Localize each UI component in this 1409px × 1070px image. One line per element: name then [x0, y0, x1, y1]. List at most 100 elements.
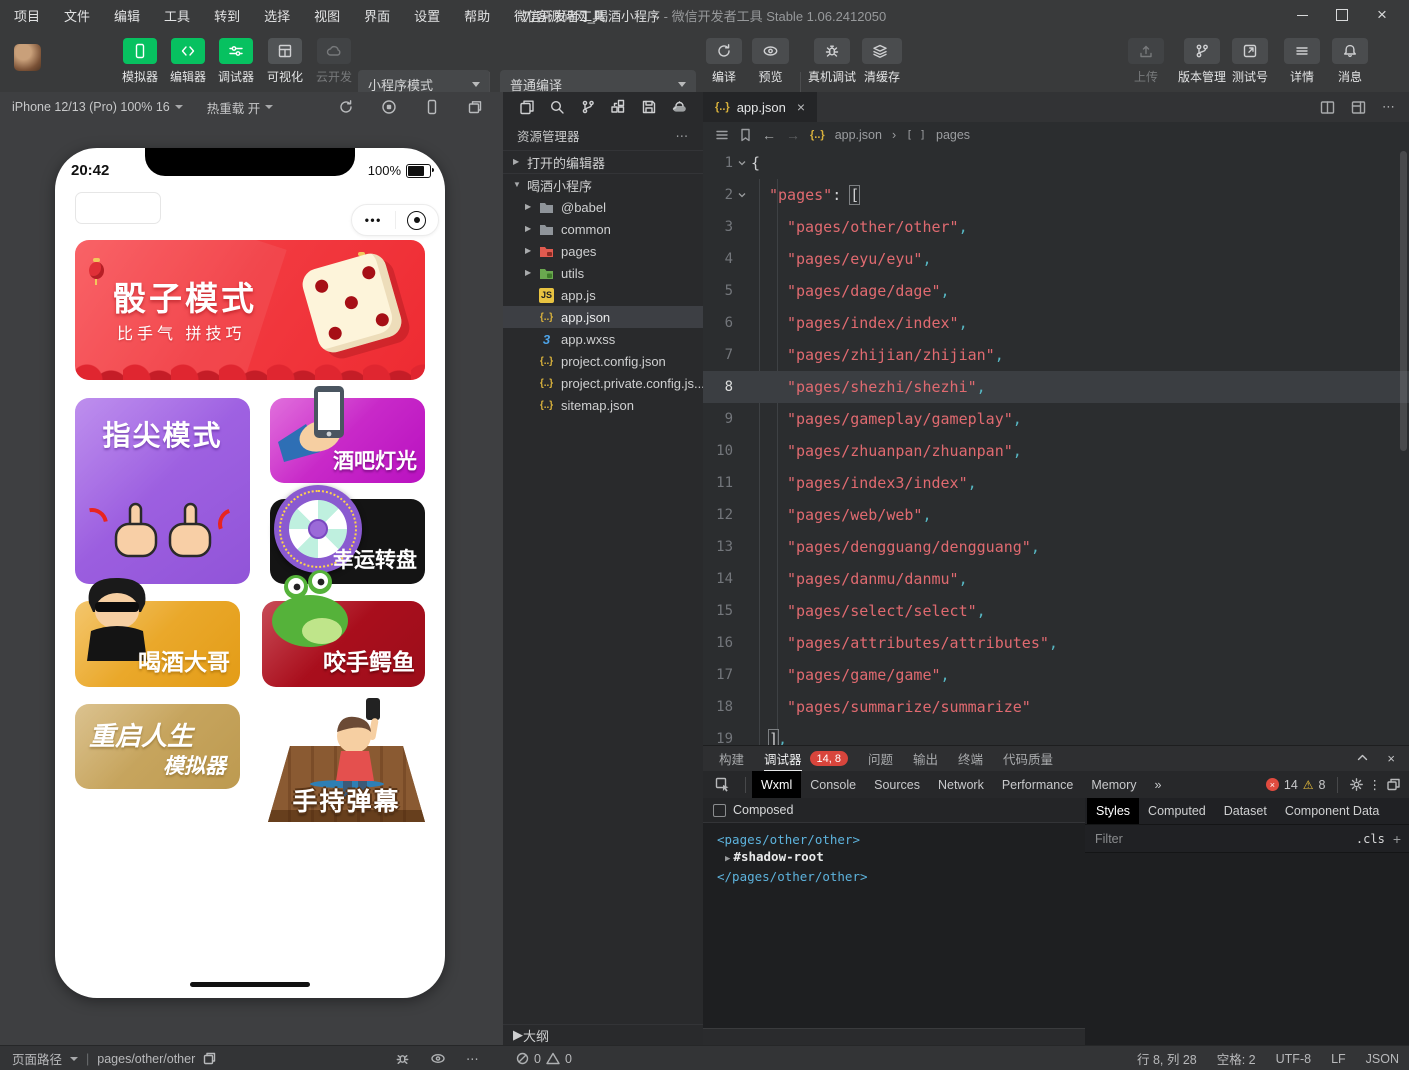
hot-reload-toggle[interactable]: 热重载 开: [195, 98, 285, 117]
more-actions-icon[interactable]: ⋯: [676, 128, 690, 143]
tab-appjson[interactable]: {..} app.json ×: [703, 92, 817, 122]
tree-file-appjs[interactable]: JS app.js: [503, 284, 703, 306]
code-line[interactable]: 12 "pages/web/web",: [703, 499, 1409, 531]
eol-setting[interactable]: LF: [1331, 1052, 1346, 1066]
tab-code-quality[interactable]: 代码质量: [1003, 746, 1053, 772]
menu-tools[interactable]: 工具: [164, 6, 190, 25]
chevron-right-icon[interactable]: ▶: [725, 854, 730, 864]
tab-component-data[interactable]: Component Data: [1276, 798, 1389, 824]
code-line[interactable]: 2 "pages": [: [703, 179, 1409, 211]
menu-select[interactable]: 选择: [264, 6, 290, 25]
tab-computed[interactable]: Computed: [1139, 798, 1215, 824]
editor-scrollbar[interactable]: [1400, 151, 1407, 451]
dom-node-close[interactable]: </pages/other/other>: [717, 869, 868, 884]
search-icon[interactable]: [549, 99, 565, 115]
more-button[interactable]: •••: [352, 213, 395, 227]
version-manage-button[interactable]: 版本管理: [1178, 38, 1226, 85]
tree-folder-common[interactable]: ▶ common: [503, 218, 703, 240]
menu-view[interactable]: 视图: [314, 6, 340, 25]
tile-fingertip-mode[interactable]: 指尖模式: [75, 398, 250, 584]
overflow-tabs-icon[interactable]: »: [1146, 771, 1171, 798]
record-icon[interactable]: [381, 99, 397, 115]
tab-debugger[interactable]: 调试器: [764, 746, 802, 772]
encoding[interactable]: UTF-8: [1276, 1052, 1311, 1066]
copy-path-icon[interactable]: [203, 1052, 216, 1065]
code-line[interactable]: 4 "pages/eyu/eyu",: [703, 243, 1409, 275]
teapot-icon[interactable]: [671, 99, 687, 115]
code-line[interactable]: 14 "pages/danmu/danmu",: [703, 563, 1409, 595]
tile-restart-life[interactable]: 重启人生 模拟器: [75, 704, 240, 789]
dom-node-open[interactable]: <pages/other/other>: [717, 832, 860, 847]
outline-section[interactable]: ▶ 大纲: [503, 1024, 713, 1045]
page-path-label[interactable]: 页面路径: [12, 1049, 62, 1068]
back-icon[interactable]: ←: [762, 127, 776, 143]
messages-button[interactable]: 消息: [1332, 38, 1368, 85]
layout-icon[interactable]: [1351, 100, 1366, 115]
code-area[interactable]: 1 { 2 "pages": [ 3 "pages/other/other", …: [703, 147, 1409, 745]
cursor-position[interactable]: 行 8, 列 28: [1137, 1049, 1197, 1068]
inspect-element-icon[interactable]: [703, 771, 739, 798]
tile-bar-light[interactable]: 酒吧灯光: [270, 398, 425, 483]
kebab-menu-icon[interactable]: ⋮: [1369, 777, 1382, 792]
code-line[interactable]: 16 "pages/attributes/attributes",: [703, 627, 1409, 659]
editor-toggle-button[interactable]: 编辑器: [166, 38, 210, 85]
code-line[interactable]: 11 "pages/index3/index",: [703, 467, 1409, 499]
fold-chevron-icon[interactable]: [733, 190, 751, 200]
eye-icon[interactable]: [430, 1051, 446, 1066]
tab-output[interactable]: 输出: [913, 746, 938, 772]
shadow-root-node[interactable]: #shadow-root: [733, 849, 823, 864]
more-actions-icon[interactable]: ⋯: [1382, 99, 1395, 115]
menu-goto[interactable]: 转到: [214, 6, 240, 25]
bookmark-icon[interactable]: [739, 128, 752, 142]
undock-icon[interactable]: [1386, 777, 1401, 792]
open-editors-section[interactable]: ▶ 打开的编辑器: [503, 150, 703, 174]
split-editor-icon[interactable]: [1320, 100, 1335, 115]
code-line[interactable]: 18 "pages/summarize/summarize": [703, 691, 1409, 723]
minimize-button[interactable]: [1289, 4, 1315, 26]
tree-folder-babel[interactable]: ▶ @babel: [503, 196, 703, 218]
extensions-icon[interactable]: [610, 99, 626, 115]
outline-list-icon[interactable]: [715, 128, 729, 142]
visual-toggle-button[interactable]: 可视化: [263, 38, 307, 85]
cloud-dev-button[interactable]: 云开发: [312, 38, 356, 85]
banner-dice-mode[interactable]: 骰子模式 比手气 拼技巧: [75, 240, 425, 380]
code-line[interactable]: 13 "pages/dengguang/dengguang",: [703, 531, 1409, 563]
menu-interface[interactable]: 界面: [364, 6, 390, 25]
close-tab-icon[interactable]: ×: [797, 99, 805, 115]
devtools-settings-icon[interactable]: [1349, 777, 1364, 792]
code-line[interactable]: 19 ],: [703, 723, 1409, 745]
code-line[interactable]: 7 "pages/zhijian/zhijian",: [703, 339, 1409, 371]
tile-drinking-boss[interactable]: 喝酒大哥: [75, 601, 240, 687]
code-line-active[interactable]: 8 "pages/shezhi/shezhi",: [703, 371, 1409, 403]
more-actions-icon[interactable]: ⋯: [466, 1051, 479, 1066]
device-debug-button[interactable]: 真机调试: [808, 38, 856, 85]
tab-problems[interactable]: 问题: [868, 746, 893, 772]
code-line[interactable]: 6 "pages/index/index",: [703, 307, 1409, 339]
code-line[interactable]: 10 "pages/zhuanpan/zhuanpan",: [703, 435, 1409, 467]
menu-devtools[interactable]: 微信开发者工具: [514, 6, 605, 25]
tab-dataset[interactable]: Dataset: [1215, 798, 1276, 824]
bug-icon[interactable]: [395, 1051, 410, 1066]
save-icon[interactable]: [641, 99, 657, 115]
clear-cache-button[interactable]: 清缓存: [862, 38, 902, 85]
code-line[interactable]: 15 "pages/select/select",: [703, 595, 1409, 627]
menu-edit[interactable]: 编辑: [114, 6, 140, 25]
avatar[interactable]: [14, 44, 41, 71]
code-line[interactable]: 5 "pages/dage/dage",: [703, 275, 1409, 307]
tree-file-appwxss[interactable]: 3 app.wxss: [503, 328, 703, 350]
tab-terminal[interactable]: 终端: [958, 746, 983, 772]
indent-setting[interactable]: 空格: 2: [1217, 1049, 1256, 1068]
upload-button[interactable]: 上传: [1128, 38, 1164, 85]
breadcrumb-file[interactable]: app.json: [835, 128, 882, 142]
tile-crocodile-bite[interactable]: 咬手鳄鱼: [262, 601, 425, 687]
close-button[interactable]: ×: [1369, 4, 1395, 26]
preview-button[interactable]: 预览: [752, 38, 789, 85]
project-root[interactable]: ▼ 喝酒小程序: [503, 174, 703, 196]
add-style-icon[interactable]: +: [1393, 831, 1401, 847]
tile-handheld-danmu[interactable]: 手持弹幕: [268, 696, 425, 822]
details-button[interactable]: 详情: [1284, 38, 1320, 85]
debugger-toggle-button[interactable]: 调试器: [214, 38, 258, 85]
tree-folder-pages[interactable]: ▶ pages: [503, 240, 703, 262]
devtools-tab-memory[interactable]: Memory: [1082, 771, 1145, 798]
language-mode[interactable]: JSON: [1366, 1052, 1399, 1066]
